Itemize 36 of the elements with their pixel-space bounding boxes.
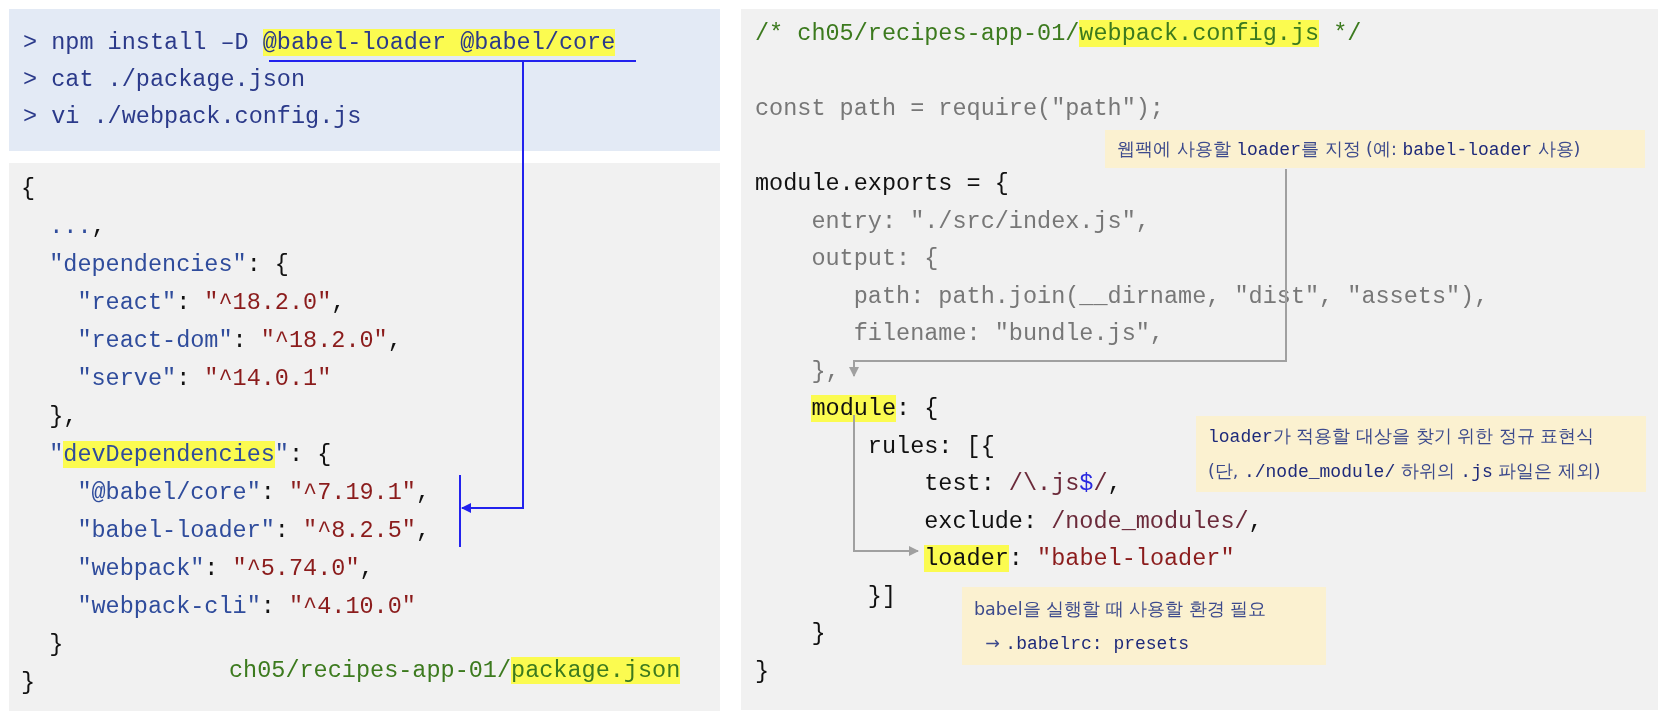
code-line: "@babel/core": "^7.19.1",	[76, 478, 430, 508]
code-line: output: {	[810, 244, 939, 274]
code-line: "react": "^18.2.0",	[76, 288, 346, 318]
code-line: {	[21, 174, 36, 204]
file-caption: ch05/recipes-app-01/package.json	[229, 656, 681, 686]
code-line: }	[755, 656, 770, 687]
command-line: > npm install –D @babel-loader @babel/core	[23, 28, 616, 58]
note-text: loader가 적용할 대상을 찾기 위한 정규 표현식	[1208, 425, 1595, 449]
code-line: module: {	[810, 394, 939, 424]
code-line: "babel-loader": "^8.2.5",	[76, 516, 430, 546]
code-line: "webpack": "^5.74.0",	[76, 554, 374, 584]
code-line: },	[48, 402, 78, 432]
code-line: "serve": "^14.0.1"	[76, 364, 332, 394]
code-line: module.exports = {	[755, 169, 1009, 199]
code-line: loader: "babel-loader"	[923, 544, 1235, 574]
code-line: "webpack-cli": "^4.10.0"	[76, 592, 416, 622]
code-line: ...,	[48, 212, 106, 242]
code-line: test: /\.js$/,	[923, 469, 1122, 499]
command-line: > vi ./webpack.config.js	[23, 102, 362, 132]
code-line: exclude: /node_modules/,	[923, 506, 1263, 537]
note-text: (단, ./node_module/ 하위의 .js 파일은 제외)	[1208, 460, 1601, 484]
note-text: babel을 실행할 때 사용할 환경 필요	[974, 597, 1267, 621]
command-line: > cat ./package.json	[23, 65, 306, 95]
note-text: 웹팩에 사용할 loader를 지정 (예: babel-loader 사용)	[1117, 137, 1581, 162]
code-line: filename: "bundle.js",	[852, 319, 1164, 349]
code-line: }	[810, 619, 826, 649]
code-line: },	[810, 356, 840, 387]
code-line: rules: [{	[866, 431, 995, 462]
code-line: "dependencies": {	[48, 250, 289, 280]
note-text: → .babelrc: presets	[984, 631, 1189, 656]
code-line: }	[48, 630, 64, 660]
code-line: }	[21, 668, 36, 698]
code-line: const path = require("path");	[755, 94, 1164, 124]
code-line: entry: "./src/index.js",	[810, 206, 1150, 237]
code-line: "react-dom": "^18.2.0",	[76, 326, 402, 356]
code-line: }]	[866, 581, 897, 612]
